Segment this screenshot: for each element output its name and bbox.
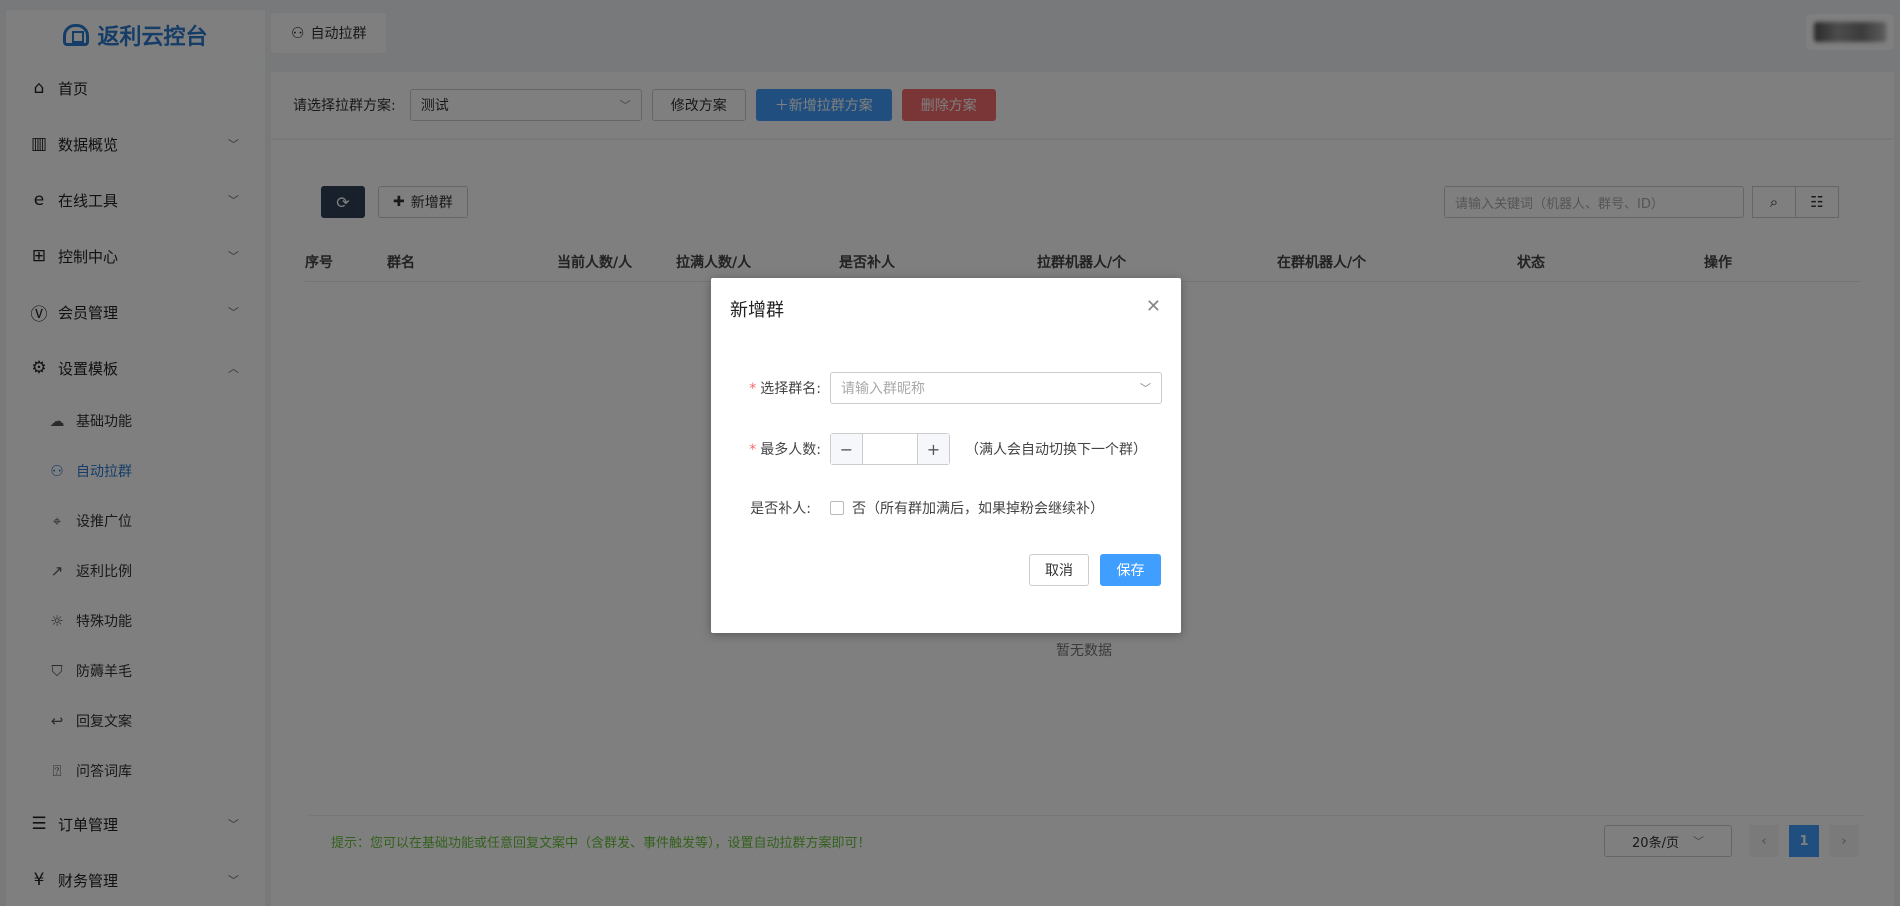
increment-button[interactable]: +: [917, 434, 949, 464]
refill-option-label: 否（所有群加满后，如果掉粉会继续补）: [852, 501, 1104, 517]
refill-checkbox[interactable]: [830, 501, 844, 515]
cancel-button[interactable]: 取消: [1029, 554, 1089, 586]
max-count-label-text: 最多人数:: [760, 442, 821, 458]
close-icon: ✕: [1145, 296, 1161, 317]
refill-label: 是否补人:: [750, 501, 811, 517]
decrement-button[interactable]: −: [831, 434, 863, 464]
max-count-input[interactable]: [863, 434, 917, 464]
plus-icon: +: [926, 439, 941, 459]
minus-icon: −: [839, 439, 854, 459]
max-count-stepper: − +: [830, 433, 950, 465]
required-mark: *: [749, 442, 757, 458]
required-mark: *: [749, 381, 757, 397]
group-name-label: * 选择群名:: [721, 378, 821, 398]
refill-option[interactable]: 否（所有群加满后，如果掉粉会继续补）: [830, 498, 1104, 518]
group-name-label-text: 选择群名:: [760, 381, 821, 397]
chevron-down-icon: ﹀: [1140, 382, 1151, 395]
group-name-select[interactable]: 请输入群昵称 ﹀: [830, 372, 1162, 404]
save-button[interactable]: 保存: [1100, 554, 1161, 586]
group-name-placeholder: 请输入群昵称: [841, 381, 925, 397]
add-group-dialog: 新增群 ✕ * 选择群名: 请输入群昵称 ﹀ * 最多人数: − + （满人会自动切…: [711, 278, 1181, 633]
close-button[interactable]: ✕: [1146, 296, 1161, 317]
max-count-hint: （满人会自动切换下一个群）: [965, 442, 1147, 458]
dialog-title: 新增群: [730, 300, 784, 321]
max-count-label: * 最多人数:: [721, 439, 821, 459]
